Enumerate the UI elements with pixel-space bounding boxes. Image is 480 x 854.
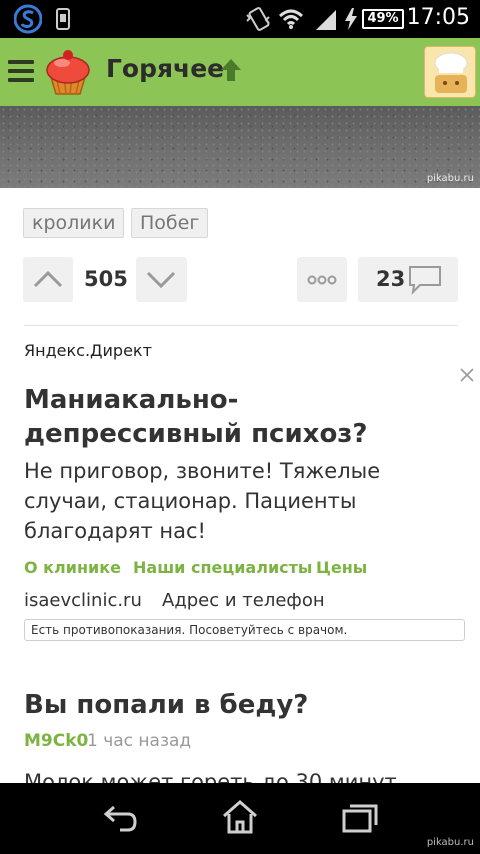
close-icon[interactable] bbox=[460, 368, 474, 382]
upvote-button[interactable] bbox=[23, 257, 73, 302]
ad-source-label[interactable]: Яндекс.Директ bbox=[24, 341, 152, 360]
phone-icon bbox=[56, 8, 70, 30]
signal-icon bbox=[316, 10, 336, 30]
home-icon[interactable] bbox=[221, 799, 259, 835]
nav-watermark: pikabu.ru bbox=[426, 837, 474, 848]
page-title: Горячее bbox=[106, 54, 225, 83]
up-arrow-icon bbox=[221, 59, 241, 81]
ad-domain[interactable]: isaevclinic.ru bbox=[24, 590, 142, 611]
user-avatar[interactable] bbox=[424, 46, 476, 98]
more-button[interactable] bbox=[297, 257, 347, 302]
vibrate-icon bbox=[246, 7, 270, 31]
app-header: Горячее bbox=[0, 38, 480, 106]
chevron-down-icon bbox=[146, 271, 176, 289]
back-icon[interactable] bbox=[100, 801, 140, 835]
ad-link-prices[interactable]: Цены bbox=[316, 558, 367, 577]
charging-icon bbox=[345, 8, 357, 30]
speech-bubble-icon bbox=[409, 266, 441, 295]
ad-title[interactable]: Маниакально-депрессивный психоз? bbox=[24, 383, 454, 451]
chef-avatar-icon bbox=[425, 47, 475, 97]
ad-address-link[interactable]: Адрес и телефон bbox=[162, 590, 325, 611]
tag-escape[interactable]: Побег bbox=[131, 208, 209, 238]
vote-count: 505 bbox=[84, 267, 128, 291]
post-title[interactable]: Вы попали в беду? bbox=[24, 690, 308, 720]
s-app-icon bbox=[14, 4, 42, 34]
wifi-icon bbox=[278, 9, 304, 29]
more-dots-icon bbox=[307, 275, 337, 285]
post-author[interactable]: M9Ck0 bbox=[24, 731, 88, 751]
downvote-button[interactable] bbox=[136, 257, 187, 302]
ad-text[interactable]: Не приговор, звоните! Тяжелые случаи, ст… bbox=[24, 456, 464, 546]
battery-indicator: 49% bbox=[362, 9, 404, 29]
ad-warning: Есть противопоказания. Посоветуйтесь с в… bbox=[24, 619, 465, 641]
ad-link-specialists[interactable]: Наши специалисты bbox=[133, 558, 312, 577]
navigation-bar: pikabu.ru bbox=[0, 783, 480, 854]
divider bbox=[24, 325, 458, 326]
post-image[interactable]: pikabu.ru bbox=[0, 106, 480, 188]
post-time: 1 час назад bbox=[87, 731, 192, 751]
chevron-up-icon bbox=[33, 270, 63, 288]
comments-button[interactable] bbox=[358, 257, 458, 302]
hamburger-icon[interactable] bbox=[8, 60, 34, 82]
tag-rabbits[interactable]: кролики bbox=[23, 208, 125, 238]
comments-count: 23 bbox=[376, 267, 406, 291]
status-bar: 49% 17:05 bbox=[0, 0, 480, 38]
recent-apps-icon[interactable] bbox=[342, 803, 378, 833]
clock: 17:05 bbox=[406, 5, 470, 30]
cupcake-logo-icon[interactable] bbox=[42, 48, 94, 98]
ad-link-clinic[interactable]: О клинике bbox=[24, 558, 121, 577]
image-watermark: pikabu.ru bbox=[426, 173, 474, 184]
